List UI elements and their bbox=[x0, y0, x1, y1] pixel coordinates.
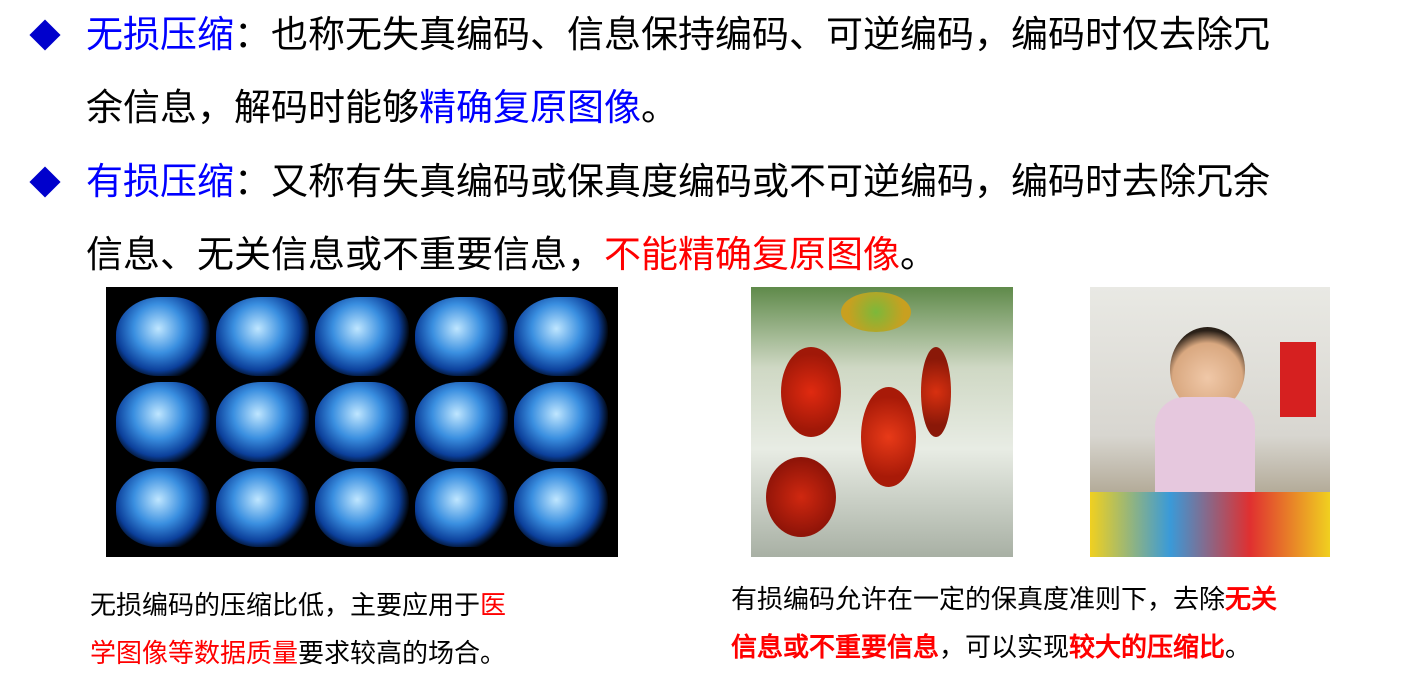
lossy-caption-text-2: ，可以实现 bbox=[939, 633, 1070, 663]
mri-scan bbox=[315, 467, 409, 547]
lossy-desc-2: 信息、无关信息或不重要信息， bbox=[86, 233, 604, 276]
lossy-caption-red-2: 信息或不重要信息 bbox=[731, 633, 940, 663]
mri-scan bbox=[414, 297, 509, 377]
lossy-caption-line-2: 信息或不重要信息，可以实现较大的压缩比。 bbox=[731, 626, 1251, 670]
lossless-highlight: 精确复原图像 bbox=[419, 86, 641, 129]
mri-scan bbox=[514, 467, 608, 547]
tomato-cluster bbox=[766, 457, 836, 537]
mri-scan bbox=[514, 297, 608, 377]
diamond-bullet-icon bbox=[29, 19, 61, 51]
lossless-desc-2: 余信息，解码时能够 bbox=[86, 86, 419, 129]
mri-scan bbox=[116, 467, 210, 547]
dartboard-poster bbox=[1280, 342, 1316, 417]
mri-scan bbox=[116, 297, 210, 377]
lossy-caption-red: 无关 bbox=[1225, 585, 1278, 615]
lossless-caption-text-2: 要求较高的场合。 bbox=[298, 639, 507, 669]
diamond-bullet-icon bbox=[29, 166, 61, 198]
mri-brain-scans-image bbox=[106, 287, 618, 557]
tomato-cluster bbox=[841, 292, 911, 332]
lossless-caption-line-2: 学图像等数据质量要求较高的场合。 bbox=[90, 632, 506, 676]
lossy-highlight: 不能精确复原图像 bbox=[604, 233, 900, 276]
lossy-end: 。 bbox=[900, 233, 937, 276]
mri-scan bbox=[215, 382, 310, 462]
tomato-greenhouse-image bbox=[751, 287, 1013, 557]
lossless-desc-1: ：也称无失真编码、信息保持编码、可逆编码，编码时仅去除冗 bbox=[234, 13, 1270, 56]
lossy-desc-1: ：又称有失真编码或保真度编码或不可逆编码，编码时去除冗余 bbox=[234, 160, 1270, 203]
bullet-1-line-2: 余信息，解码时能够精确复原图像。 bbox=[86, 86, 678, 130]
mri-scan bbox=[315, 382, 409, 462]
child-photo-image bbox=[1090, 287, 1330, 557]
lossy-term: 有损压缩 bbox=[86, 160, 234, 203]
mri-scan bbox=[116, 382, 210, 462]
lossless-caption-text: 无损编码的压缩比低，主要应用于 bbox=[90, 591, 481, 621]
lossy-caption-end: 。 bbox=[1225, 633, 1252, 663]
lossless-term: 无损压缩 bbox=[86, 13, 234, 56]
lossy-caption-red-3: 较大的压缩比 bbox=[1069, 633, 1226, 663]
mri-scan bbox=[514, 382, 608, 462]
lossless-caption-red: 医 bbox=[480, 591, 507, 621]
mri-scan bbox=[315, 297, 409, 377]
lossy-caption-line-1: 有损编码允许在一定的保真度准则下，去除无关 bbox=[731, 578, 1277, 622]
mri-scan bbox=[215, 467, 310, 547]
bullet-1-line-1: 无损压缩：也称无失真编码、信息保持编码、可逆编码，编码时仅去除冗 bbox=[86, 13, 1270, 57]
lossless-end: 。 bbox=[641, 86, 678, 129]
lossless-caption-line-1: 无损编码的压缩比低，主要应用于医 bbox=[90, 584, 506, 628]
bullet-2-line-1: 有损压缩：又称有失真编码或保真度编码或不可逆编码，编码时去除冗余 bbox=[86, 160, 1270, 204]
toy-blocks bbox=[1090, 492, 1330, 557]
tomato-cluster bbox=[861, 387, 916, 487]
mri-scan bbox=[215, 297, 310, 377]
bullet-2-line-2: 信息、无关信息或不重要信息，不能精确复原图像。 bbox=[86, 233, 937, 277]
lossy-caption-text: 有损编码允许在一定的保真度准则下，去除 bbox=[731, 585, 1226, 615]
tomato-cluster bbox=[781, 347, 841, 437]
lossless-caption-red-2: 学图像等数据质量 bbox=[90, 639, 299, 669]
mri-scan bbox=[414, 382, 509, 462]
mri-scan bbox=[414, 467, 509, 547]
tomato-cluster bbox=[921, 347, 951, 437]
